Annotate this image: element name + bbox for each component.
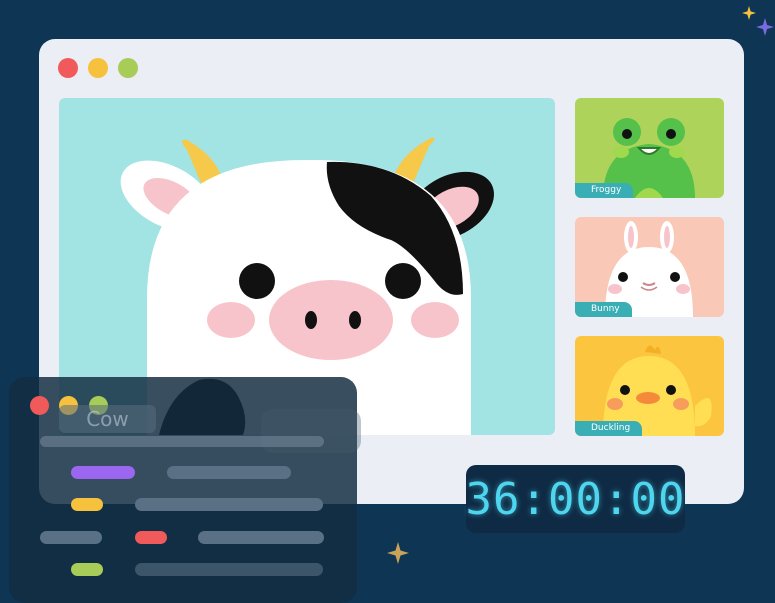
code-line-bar [167,466,291,479]
code-token-bar [71,498,103,511]
code-token-bar [135,531,167,544]
participant-thumbnail-duckling[interactable]: Duckling [575,336,724,436]
code-line-bar [40,531,102,544]
maximize-window-button[interactable] [118,58,138,78]
call-timer: 36:00:00 [466,465,685,533]
code-token-bar [71,466,135,479]
placeholder-bar [40,436,324,447]
close-panel-button[interactable] [30,396,49,415]
sparkle-icon [387,542,409,564]
code-token-bar [71,563,103,576]
close-window-button[interactable] [58,58,78,78]
main-participant-name: Cow [59,405,156,433]
participant-thumbnail-bunny[interactable]: Bunny [575,217,724,317]
overlay-panel: Cow [9,377,361,603]
timer-readout: 36:00:00 [465,473,686,525]
participant-name-label: Froggy [575,183,634,198]
sparkle-icon [756,18,774,36]
minimize-window-button[interactable] [88,58,108,78]
code-line-bar [135,498,323,511]
participant-name-label: Duckling [575,421,643,436]
code-line-bar [198,531,324,544]
code-line-bar [135,563,323,576]
participant-name-label: Bunny [575,302,632,317]
sparkle-icon [742,6,756,20]
participant-thumbnail-froggy[interactable]: Froggy [575,98,724,198]
